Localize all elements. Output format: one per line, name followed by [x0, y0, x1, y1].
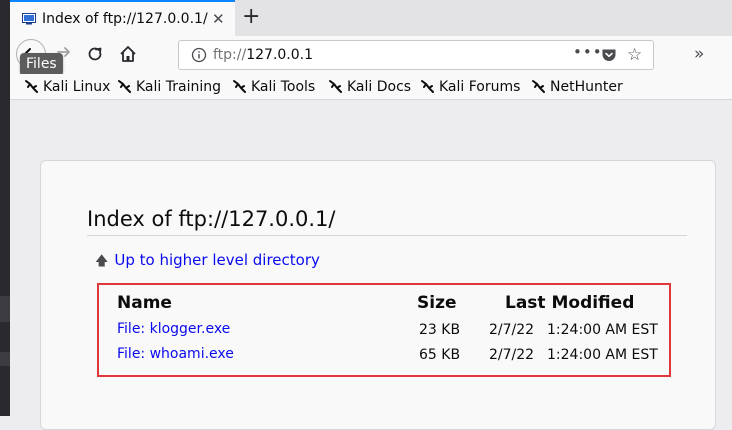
bookmark-kali-docs[interactable]: Kali Docs — [328, 78, 411, 95]
url-protocol: ftp:// — [213, 47, 247, 63]
page-actions-button[interactable]: ••• — [573, 43, 603, 61]
pocket-icon[interactable] — [601, 47, 617, 63]
column-header-last-modified[interactable]: Last Modified — [505, 293, 634, 313]
tab-title: Index of ftp://127.0.0.1/ — [42, 11, 208, 27]
column-header-size[interactable]: Size — [417, 293, 457, 313]
kali-dragon-icon — [421, 80, 434, 93]
info-icon[interactable] — [191, 47, 207, 63]
bookmark-label: Kali Tools — [251, 79, 316, 95]
desktop-panel — [0, 0, 10, 416]
file-time: 1:24:00 AM EST — [547, 322, 658, 338]
kali-dragon-icon — [25, 80, 38, 93]
bookmark-kali-linux[interactable]: Kali Linux — [24, 78, 110, 95]
star-icon[interactable]: ☆ — [627, 45, 642, 65]
bookmark-kali-training[interactable]: Kali Training — [117, 78, 221, 95]
up-arrow-icon: 🡅 — [95, 254, 109, 269]
bookmarks-toolbar: Kali Linux Kali Training Kali Tools Kali… — [10, 74, 732, 100]
page-content: Index of ftp://127.0.0.1/ 🡅 Up to higher … — [10, 100, 732, 430]
kali-dragon-icon — [532, 80, 545, 93]
file-table: Name Size Last Modified File: klogger.ex… — [117, 283, 671, 377]
kali-dragon-icon — [233, 80, 246, 93]
directory-listing-card: Index of ftp://127.0.0.1/ 🡅 Up to higher … — [40, 160, 716, 430]
url-host: 127.0.0.1 — [246, 47, 314, 63]
favicon-icon — [22, 13, 36, 25]
bookmark-label: Kali Linux — [43, 79, 111, 95]
tab-bar: Index of ftp://127.0.0.1/ ✕ + — [10, 0, 732, 36]
file-link-klogger[interactable]: File: klogger.exe — [117, 321, 230, 337]
new-tab-button[interactable]: + — [242, 5, 260, 29]
tab-ftp-index[interactable]: Index of ftp://127.0.0.1/ ✕ — [10, 0, 235, 36]
bookmark-label: NetHunter — [550, 79, 623, 95]
home-icon[interactable] — [118, 44, 138, 64]
kali-dragon-icon — [118, 80, 131, 93]
bookmark-kali-forums[interactable]: Kali Forums — [420, 78, 520, 95]
file-date: 2/7/22 — [489, 347, 535, 363]
column-header-name[interactable]: Name — [117, 293, 172, 313]
parent-directory-label: Up to higher level directory — [114, 251, 320, 269]
panel-indicator — [0, 296, 10, 322]
url-text[interactable]: ftp://127.0.0.1 — [213, 47, 313, 63]
overflow-chevron-icon[interactable]: » — [694, 44, 704, 64]
kali-dragon-icon — [329, 80, 342, 93]
bookmark-label: Kali Training — [136, 79, 221, 95]
reload-icon[interactable] — [86, 45, 104, 63]
bookmark-nethunter[interactable]: NetHunter — [531, 78, 623, 95]
panel-indicator — [0, 352, 10, 366]
close-tab-icon[interactable]: ✕ — [212, 10, 225, 28]
bookmark-label: Kali Forums — [439, 79, 521, 95]
bookmark-kali-tools[interactable]: Kali Tools — [232, 78, 315, 95]
file-size: 65 KB — [419, 347, 461, 363]
bookmark-label: Kali Docs — [347, 79, 412, 95]
navigation-toolbar: ftp://127.0.0.1 ••• ☆ » — [10, 36, 732, 74]
file-link-whoami[interactable]: File: whoami.exe — [117, 346, 234, 362]
url-bar[interactable]: ftp://127.0.0.1 ••• ☆ — [178, 40, 654, 70]
page-title: Index of ftp://127.0.0.1/ — [87, 207, 687, 236]
file-date: 2/7/22 — [489, 322, 535, 338]
back-button-tooltip: Files — [20, 53, 63, 76]
parent-directory-link[interactable]: 🡅 Up to higher level directory — [95, 251, 320, 274]
file-time: 1:24:00 AM EST — [547, 347, 658, 363]
file-size: 23 KB — [419, 322, 461, 338]
